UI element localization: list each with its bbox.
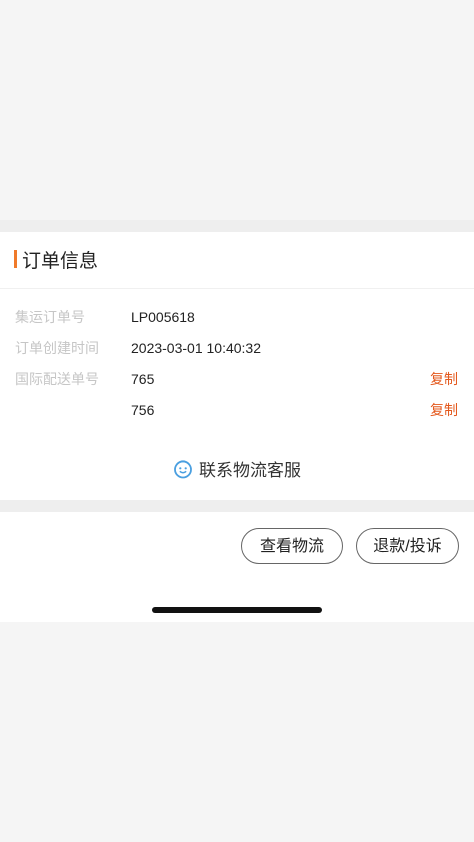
refund-complaint-button[interactable]: 退款/投诉 bbox=[356, 528, 459, 564]
consolidation-order-label: 集运订单号 bbox=[15, 309, 85, 325]
intl-tracking-row-2: 756 复制 bbox=[0, 398, 474, 422]
order-info-card: 订单信息 集运订单号 LP005618 订单创建时间 2023-03-01 10… bbox=[0, 232, 474, 500]
section-separator bbox=[0, 500, 474, 512]
order-created-label: 订单创建时间 bbox=[15, 340, 99, 356]
action-bar: 查看物流 退款/投诉 bbox=[0, 512, 474, 622]
intl-tracking-value-2: 756 bbox=[131, 402, 155, 418]
contact-logistics-button[interactable]: 联系物流客服 bbox=[173, 456, 301, 481]
view-logistics-button[interactable]: 查看物流 bbox=[241, 528, 343, 564]
top-blank-area bbox=[0, 0, 474, 220]
consolidation-order-value: LP005618 bbox=[131, 309, 195, 325]
copy-tracking-1-button[interactable]: 复制 bbox=[430, 367, 458, 391]
order-info-header: 订单信息 bbox=[0, 232, 474, 288]
copy-tracking-2-button[interactable]: 复制 bbox=[430, 398, 458, 422]
contact-logistics-label: 联系物流客服 bbox=[199, 461, 301, 480]
header-divider bbox=[0, 288, 474, 289]
intl-tracking-row-1: 国际配送单号 765 复制 bbox=[0, 367, 474, 391]
smiley-service-icon bbox=[174, 459, 192, 478]
contact-logistics-service: 联系物流客服 bbox=[0, 456, 474, 482]
bottom-blank-area bbox=[0, 622, 474, 842]
intl-tracking-value-1: 765 bbox=[131, 371, 155, 387]
home-indicator[interactable] bbox=[152, 607, 322, 613]
section-separator bbox=[0, 220, 474, 232]
intl-tracking-label: 国际配送单号 bbox=[15, 371, 99, 387]
consolidation-order-row: 集运订单号 LP005618 bbox=[0, 305, 474, 329]
order-created-row: 订单创建时间 2023-03-01 10:40:32 bbox=[0, 336, 474, 360]
order-info-title: 订单信息 bbox=[22, 251, 99, 272]
title-accent-bar bbox=[14, 250, 17, 268]
order-created-value: 2023-03-01 10:40:32 bbox=[131, 340, 261, 356]
